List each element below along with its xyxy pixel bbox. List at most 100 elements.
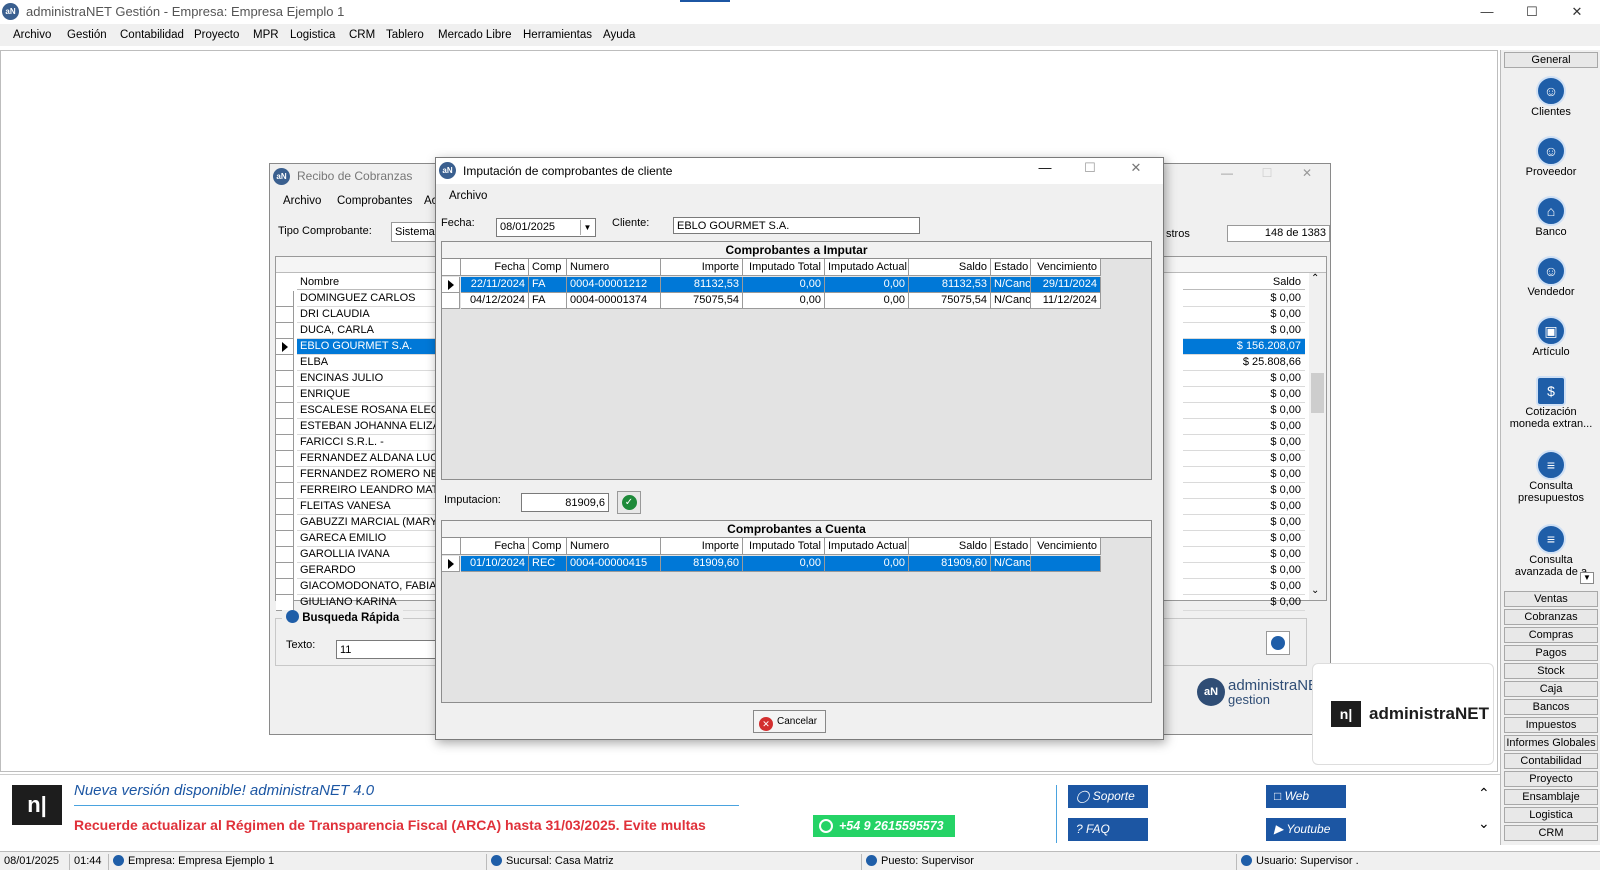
scroll-down-icon[interactable]: ▼ <box>1580 572 1594 584</box>
quick-articulo[interactable]: ▣ Artículo <box>1501 316 1600 358</box>
chevron-up-icon[interactable]: ⌃ <box>1478 785 1490 802</box>
close-button[interactable]: ✕ <box>1125 160 1147 176</box>
col-header-comp[interactable]: Comp <box>529 538 567 555</box>
col-header-numero[interactable]: Numero <box>567 259 661 276</box>
supplier-icon: ☺ <box>1536 136 1566 166</box>
section-contabilidad[interactable]: Contabilidad <box>1504 753 1598 769</box>
calendar-dropdown-icon[interactable]: ▼ <box>580 220 594 235</box>
quick-vendedor[interactable]: ☺ Vendedor <box>1501 256 1600 298</box>
section-stock[interactable]: Stock <box>1504 663 1598 679</box>
col-header-fecha[interactable]: Fecha <box>461 259 529 276</box>
table-row[interactable]: 04/12/2024 FA 0004-00001374 75075,54 0,00 0,0… <box>442 293 1101 309</box>
menu-crm[interactable]: CRM <box>349 29 375 41</box>
youtube-button[interactable]: ▶ Youtube <box>1266 818 1346 841</box>
col-header-saldo[interactable]: Saldo <box>909 259 991 276</box>
cancel-button[interactable]: ✕ Cancelar <box>753 710 826 733</box>
col-header-imputado-actual[interactable]: Imputado Actual <box>825 538 909 555</box>
col-header-importe[interactable]: Importe <box>661 259 743 276</box>
arca-notice[interactable]: Recuerde actualizar al Régimen de Transp… <box>74 817 706 833</box>
row-pointer-icon <box>276 531 294 547</box>
texto-input[interactable] <box>336 640 446 659</box>
menu-logistica[interactable]: Logistica <box>290 29 335 41</box>
quick-label: Artículo <box>1532 346 1570 358</box>
menu-comprobantes[interactable]: Comprobantes <box>337 195 412 207</box>
col-header-nombre[interactable]: Nombre <box>297 274 457 290</box>
faq-button[interactable]: ? FAQ <box>1068 818 1148 841</box>
maximize-button[interactable]: ☐ <box>1257 166 1277 180</box>
menu-mpr[interactable]: MPR <box>253 29 279 41</box>
imputacion-input[interactable] <box>521 493 609 512</box>
status-sucursal: Sucursal: Casa Matriz <box>486 854 614 870</box>
menu-mercado-libre[interactable]: Mercado Libre <box>438 29 512 41</box>
currency-icon: $ <box>1536 376 1566 406</box>
quick-cotizacion[interactable]: $ Cotización moneda extran... <box>1501 376 1600 430</box>
quick-proveedor[interactable]: ☺ Proveedor <box>1501 136 1600 178</box>
new-version-headline[interactable]: Nueva versión disponible! administraNET … <box>74 782 374 799</box>
fecha-picker[interactable]: 08/01/2025 ▼ <box>496 218 596 237</box>
quick-clientes[interactable]: ☺ Clientes <box>1501 76 1600 118</box>
maximize-button[interactable]: ☐ <box>1079 160 1101 176</box>
section-crm[interactable]: CRM <box>1504 825 1598 841</box>
section-compras[interactable]: Compras <box>1504 627 1598 643</box>
quick-banco[interactable]: ⌂ Banco <box>1501 196 1600 238</box>
chevron-down-icon[interactable]: ⌄ <box>1311 585 1319 596</box>
web-button[interactable]: □ Web <box>1266 785 1346 808</box>
section-informes-globales[interactable]: Informes Globales <box>1504 735 1598 751</box>
col-header-imputado-total[interactable]: Imputado Total <box>743 538 825 555</box>
scrollbar-thumb[interactable] <box>1311 373 1324 413</box>
col-header-saldo[interactable]: Saldo <box>1183 274 1305 290</box>
quick-consulta-presupuestos[interactable]: ≡ Consulta presupuestos <box>1501 450 1600 504</box>
menu-ayuda[interactable]: Ayuda <box>603 29 635 41</box>
table-row[interactable]: 22/11/2024 FA 0004-00001212 81132,53 0,00 0,0… <box>442 277 1101 293</box>
window-title: Recibo de Cobranzas <box>297 169 413 183</box>
col-header-fecha[interactable]: Fecha <box>461 538 529 555</box>
section-general[interactable]: General <box>1504 52 1598 68</box>
chevron-up-icon[interactable]: ⌃ <box>1311 273 1319 284</box>
section-ensamblaje[interactable]: Ensamblaje <box>1504 789 1598 805</box>
section-caja[interactable]: Caja <box>1504 681 1598 697</box>
close-button[interactable]: ✕ <box>1297 166 1317 180</box>
col-header-vencimiento[interactable]: Vencimiento <box>1031 538 1101 555</box>
clients-icon: ☺ <box>1536 76 1566 106</box>
whatsapp-button[interactable]: +54 9 2615595573 <box>813 815 955 837</box>
section-cobranzas[interactable]: Cobranzas <box>1504 609 1598 625</box>
col-header-vencimiento[interactable]: Vencimiento <box>1031 259 1101 276</box>
col-header-imputado-total[interactable]: Imputado Total <box>743 259 825 276</box>
menu-gestion[interactable]: Gestión <box>67 29 107 41</box>
section-ventas[interactable]: Ventas <box>1504 591 1598 607</box>
section-proyecto[interactable]: Proyecto <box>1504 771 1598 787</box>
section-pagos[interactable]: Pagos <box>1504 645 1598 661</box>
soporte-button[interactable]: ◯ Soporte <box>1068 785 1148 808</box>
section-bancos[interactable]: Bancos <box>1504 699 1598 715</box>
col-header-comp[interactable]: Comp <box>529 259 567 276</box>
maximize-button[interactable]: ☐ <box>1512 2 1552 22</box>
menu-tablero[interactable]: Tablero <box>386 29 424 41</box>
cliente-field[interactable] <box>673 217 920 234</box>
col-header-saldo[interactable]: Saldo <box>909 538 991 555</box>
dialog-menu-archivo[interactable]: Archivo <box>449 190 487 202</box>
menu-archivo[interactable]: Archivo <box>283 195 321 207</box>
cell-nombre: ENRIQUE <box>297 387 447 403</box>
col-header-imputado-actual[interactable]: Imputado Actual <box>825 259 909 276</box>
menu-archivo[interactable]: Archivo <box>13 29 51 41</box>
section-impuestos[interactable]: Impuestos <box>1504 717 1598 733</box>
col-header-importe[interactable]: Importe <box>661 538 743 555</box>
col-header-numero[interactable]: Numero <box>567 538 661 555</box>
close-button[interactable]: ✕ <box>1557 2 1597 22</box>
minimize-button[interactable]: — <box>1467 2 1507 22</box>
search-button[interactable] <box>1266 631 1290 655</box>
imputacion-dialog: aN Imputación de comprobantes de cliente… <box>435 157 1164 740</box>
menu-proyecto[interactable]: Proyecto <box>194 29 239 41</box>
grid-scrollbar[interactable]: ⌃ ⌄ <box>1309 273 1326 600</box>
menu-herramientas[interactable]: Herramientas <box>523 29 592 41</box>
menu-contabilidad[interactable]: Contabilidad <box>120 29 184 41</box>
confirm-imputacion-button[interactable]: ✓ <box>617 491 641 514</box>
chevron-down-icon[interactable]: ⌄ <box>1478 815 1490 832</box>
col-header-estado[interactable]: Estado <box>991 538 1031 555</box>
col-header-estado[interactable]: Estado <box>991 259 1031 276</box>
minimize-button[interactable]: — <box>1217 166 1237 180</box>
minimize-button[interactable]: — <box>1034 160 1056 175</box>
quick-consulta-avanzada[interactable]: ≡ Consulta avanzada de a <box>1501 524 1600 578</box>
section-logistica[interactable]: Logistica <box>1504 807 1598 823</box>
table-row[interactable]: 01/10/2024 REC 0004-00000415 81909,60 0,00 0,… <box>442 556 1101 572</box>
